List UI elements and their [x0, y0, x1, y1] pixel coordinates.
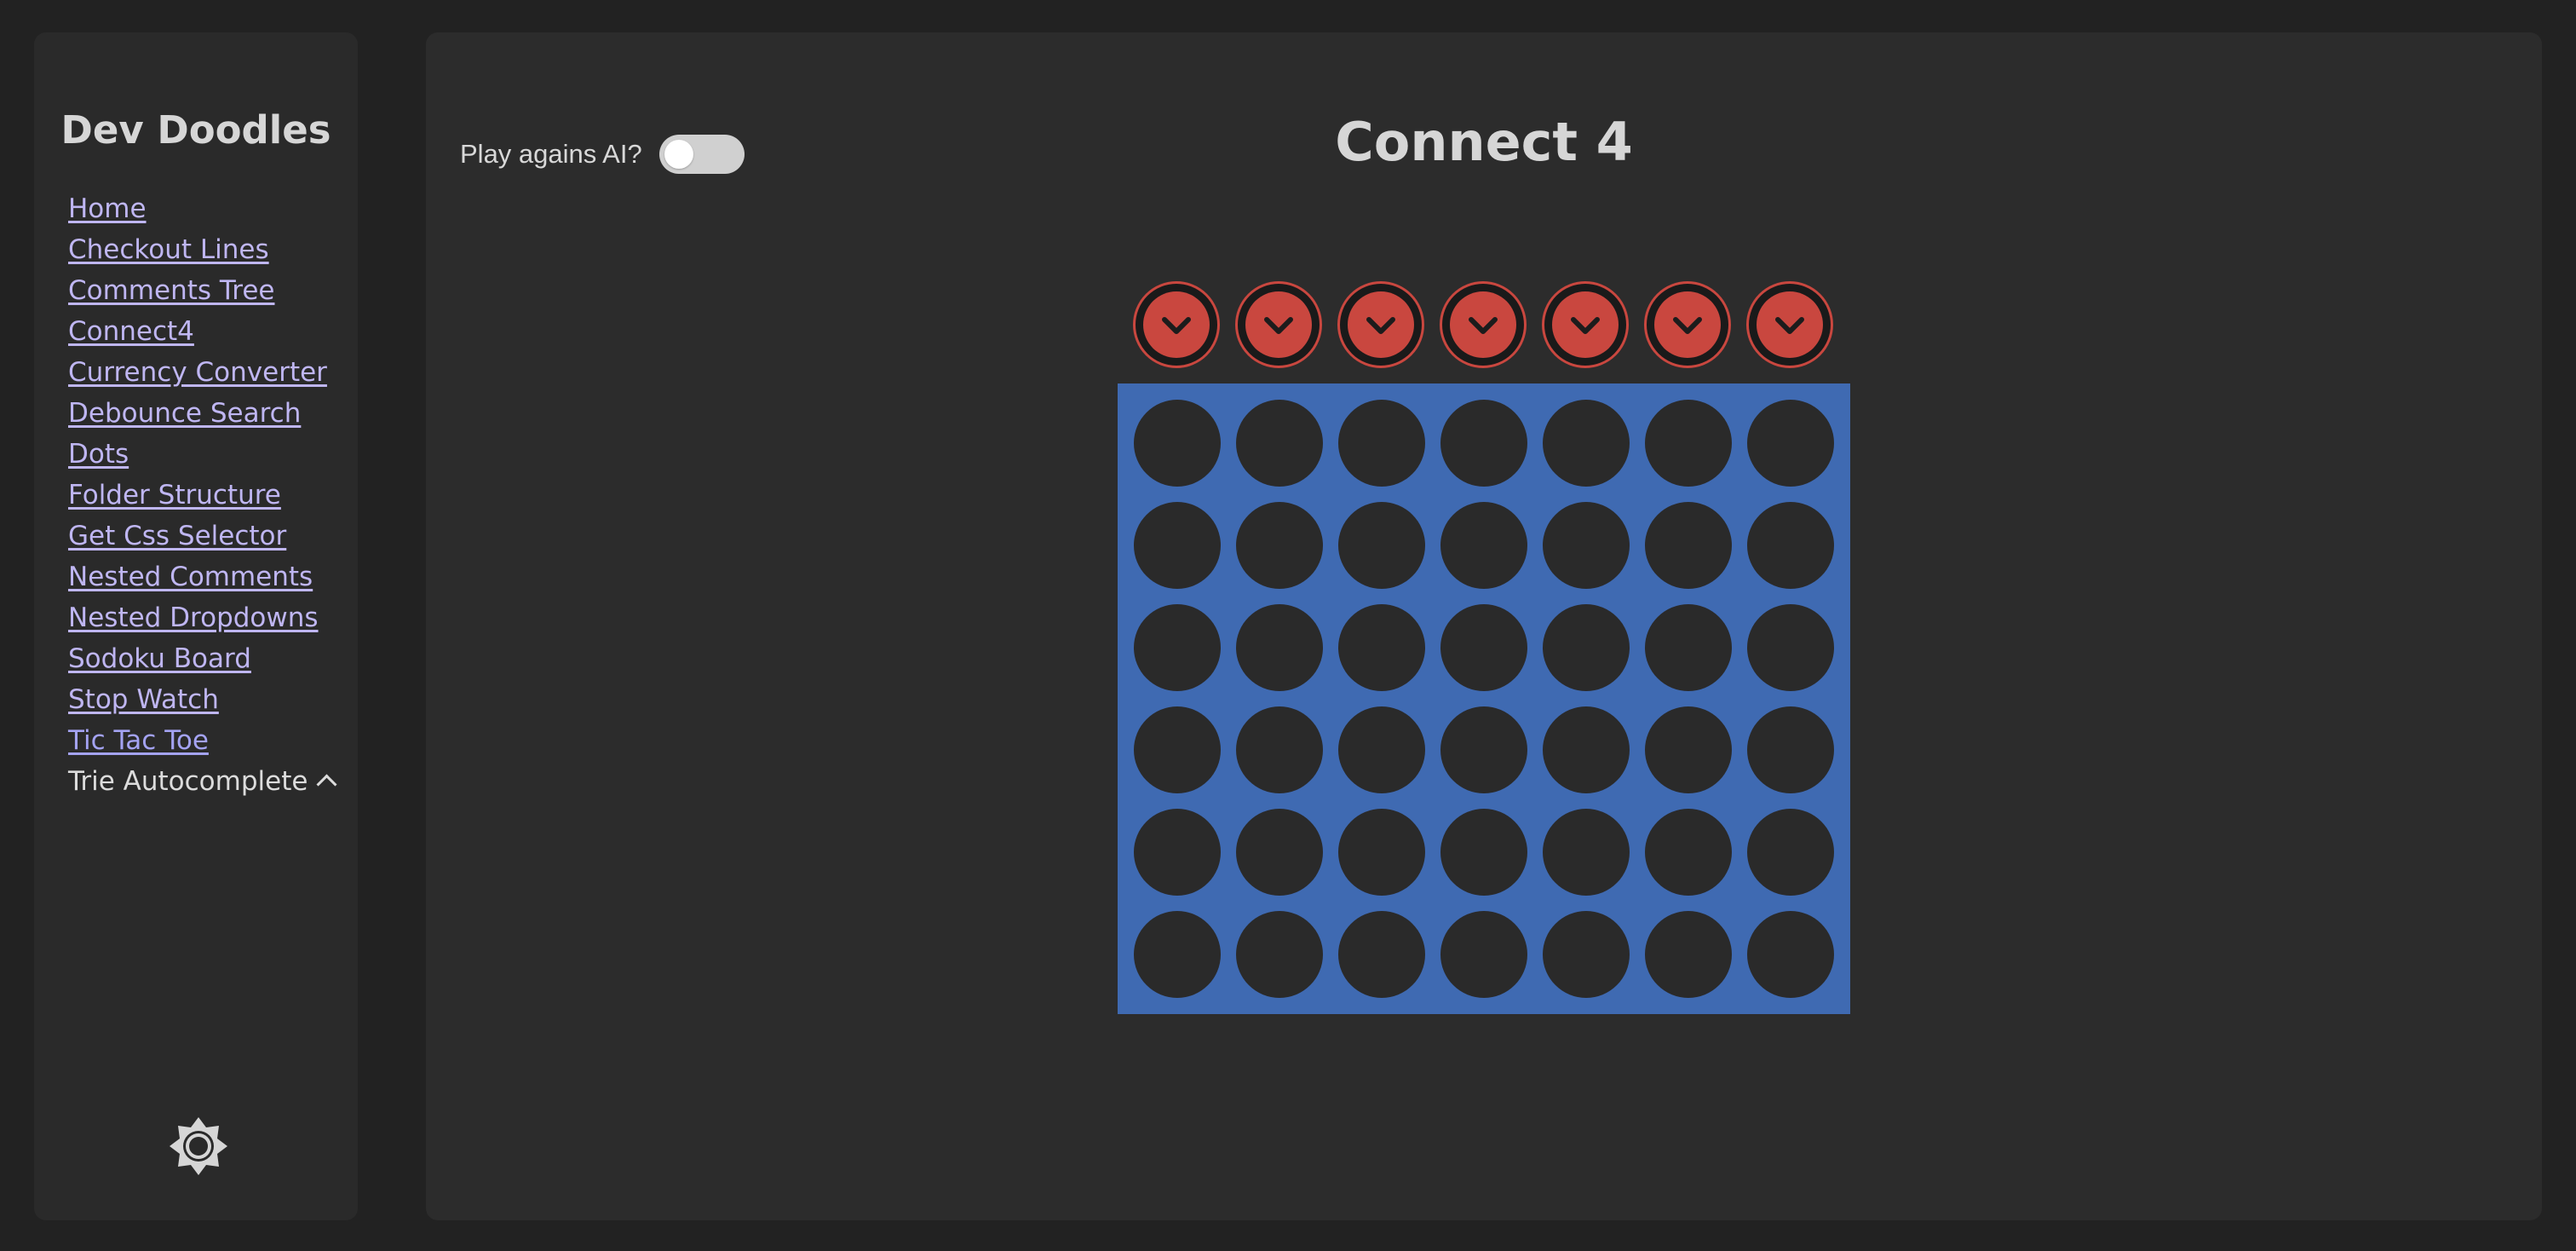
nav-link-home[interactable]: Home: [68, 193, 147, 224]
brand-title: Dev Doodles: [60, 107, 331, 153]
drop-column-6-button[interactable]: [1644, 281, 1731, 368]
chevron-up-icon: [316, 774, 337, 795]
nav-item-dots: Dots: [68, 434, 358, 475]
sun-icon: [170, 1117, 227, 1175]
nav-link-sodoku-board[interactable]: Sodoku Board: [68, 643, 251, 674]
board-cell-r2-c3[interactable]: [1338, 502, 1425, 589]
drop-column-7-button[interactable]: [1746, 281, 1833, 368]
nav-link-get-css-selector[interactable]: Get Css Selector: [68, 521, 286, 551]
chevron-down-icon: [1673, 317, 1702, 334]
board-cell-r4-c6[interactable]: [1645, 706, 1732, 793]
board-cell-r5-c6[interactable]: [1645, 809, 1732, 896]
nav-link-nested-comments[interactable]: Nested Comments: [68, 562, 313, 592]
nav-link-folder-structure[interactable]: Folder Structure: [68, 480, 281, 510]
board-cell-r1-c6[interactable]: [1645, 400, 1732, 487]
board-cell-r2-c7[interactable]: [1747, 502, 1834, 589]
nav-link-debounce-search[interactable]: Debounce Search: [68, 398, 301, 429]
sidebar: Dev Doodles Home Checkout Lines Comments…: [34, 32, 358, 1220]
nav-link-comments-tree[interactable]: Comments Tree: [68, 275, 274, 306]
board-cell-r4-c2[interactable]: [1236, 706, 1323, 793]
board-cell-r2-c6[interactable]: [1645, 502, 1732, 589]
nav-link-tic-tac-toe[interactable]: Tic Tac Toe: [68, 725, 209, 756]
nav-item-folder-structure: Folder Structure: [68, 475, 358, 516]
board-cell-r5-c2[interactable]: [1236, 809, 1323, 896]
nav-item-home: Home: [68, 188, 358, 229]
nav-item-nested-comments: Nested Comments: [68, 556, 358, 597]
board-cell-r5-c7[interactable]: [1747, 809, 1834, 896]
nav-link-stop-watch[interactable]: Stop Watch: [68, 684, 219, 715]
board-cell-r6-c6[interactable]: [1645, 911, 1732, 998]
board-cell-r5-c1[interactable]: [1134, 809, 1221, 896]
board-cell-r3-c7[interactable]: [1747, 604, 1834, 691]
board-cell-r6-c3[interactable]: [1338, 911, 1425, 998]
board-cell-r2-c2[interactable]: [1236, 502, 1323, 589]
chevron-down-icon: [1264, 317, 1293, 334]
board-cell-r1-c5[interactable]: [1543, 400, 1630, 487]
board-cell-r6-c4[interactable]: [1440, 911, 1527, 998]
board-cell-r1-c3[interactable]: [1338, 400, 1425, 487]
nav-item-debounce-search: Debounce Search: [68, 393, 358, 434]
board-cell-r2-c1[interactable]: [1134, 502, 1221, 589]
board-cell-r2-c5[interactable]: [1543, 502, 1630, 589]
board-cell-r1-c7[interactable]: [1747, 400, 1834, 487]
board-cell-r6-c5[interactable]: [1543, 911, 1630, 998]
board-cell-r5-c3[interactable]: [1338, 809, 1425, 896]
board-cell-r5-c4[interactable]: [1440, 809, 1527, 896]
board-cell-r2-c4[interactable]: [1440, 502, 1527, 589]
nav-item-nested-dropdowns: Nested Dropdowns: [68, 597, 358, 638]
nav-current-trie-autocomplete[interactable]: Trie Autocomplete: [68, 766, 308, 797]
chevron-down-icon: [1162, 317, 1191, 334]
nav-link-connect4[interactable]: Connect4: [68, 316, 194, 347]
nav-item-comments-tree: Comments Tree: [68, 270, 358, 311]
board-cell-r3-c2[interactable]: [1236, 604, 1323, 691]
board-cell-r3-c5[interactable]: [1543, 604, 1630, 691]
nav-item-trie-autocomplete: Trie Autocomplete: [68, 761, 358, 802]
chevron-down-icon: [1469, 317, 1498, 334]
board-cell-r3-c1[interactable]: [1134, 604, 1221, 691]
drop-column-4-button[interactable]: [1440, 281, 1527, 368]
nav-item-checkout-lines: Checkout Lines: [68, 229, 358, 270]
chevron-down-icon: [1366, 317, 1395, 334]
nav-link-currency-converter[interactable]: Currency Converter: [68, 357, 327, 388]
theme-toggle-button[interactable]: [167, 1115, 230, 1178]
nav-item-currency-converter: Currency Converter: [68, 352, 358, 393]
board-cell-r3-c3[interactable]: [1338, 604, 1425, 691]
drop-button-row: [1133, 281, 1866, 370]
drop-column-5-button[interactable]: [1542, 281, 1629, 368]
nav-link-checkout-lines[interactable]: Checkout Lines: [68, 234, 269, 265]
drop-column-1-button[interactable]: [1133, 281, 1220, 368]
board-cell-r6-c1[interactable]: [1134, 911, 1221, 998]
nav-link-nested-dropdowns[interactable]: Nested Dropdowns: [68, 602, 319, 633]
page-title: Connect 4: [1335, 111, 1633, 173]
board-cell-r4-c5[interactable]: [1543, 706, 1630, 793]
nav-link-dots[interactable]: Dots: [68, 439, 129, 470]
game-board: [1118, 383, 1850, 1014]
board-cell-r3-c4[interactable]: [1440, 604, 1527, 691]
board-cell-r4-c7[interactable]: [1747, 706, 1834, 793]
board-cell-r4-c1[interactable]: [1134, 706, 1221, 793]
nav-list: Home Checkout Lines Comments Tree Connec…: [68, 188, 358, 802]
nav-item-connect4: Connect4: [68, 311, 358, 352]
drop-column-2-button[interactable]: [1235, 281, 1322, 368]
nav-item-stop-watch: Stop Watch: [68, 679, 358, 720]
board-cell-r1-c4[interactable]: [1440, 400, 1527, 487]
board-cell-r6-c2[interactable]: [1236, 911, 1323, 998]
chevron-down-icon: [1571, 317, 1600, 334]
nav-item-tic-tac-toe: Tic Tac Toe: [68, 720, 358, 761]
board-cell-r4-c3[interactable]: [1338, 706, 1425, 793]
board-cell-r6-c7[interactable]: [1747, 911, 1834, 998]
board-cell-r1-c1[interactable]: [1134, 400, 1221, 487]
board-cell-r4-c4[interactable]: [1440, 706, 1527, 793]
board-cell-r1-c2[interactable]: [1236, 400, 1323, 487]
board-cell-r3-c6[interactable]: [1645, 604, 1732, 691]
board-cell-r5-c5[interactable]: [1543, 809, 1630, 896]
drop-column-3-button[interactable]: [1337, 281, 1424, 368]
nav-item-sodoku-board: Sodoku Board: [68, 638, 358, 679]
nav-item-get-css-selector: Get Css Selector: [68, 516, 358, 556]
chevron-down-icon: [1775, 317, 1804, 334]
main-panel: Play agains AI? Connect 4: [426, 32, 2542, 1220]
